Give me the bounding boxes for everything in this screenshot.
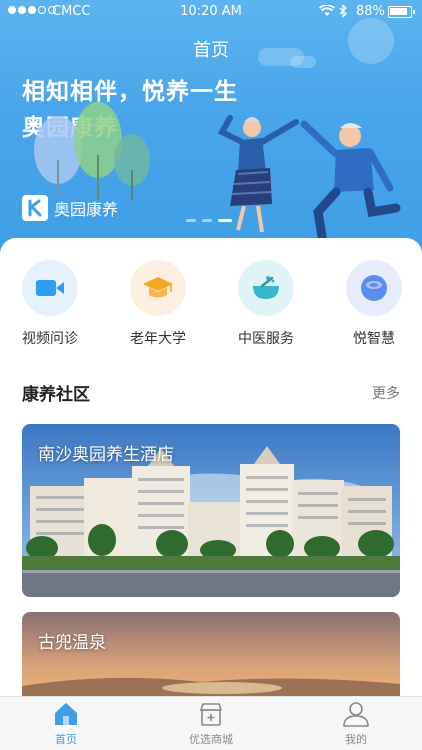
community-section-header: 康养社区 更多 bbox=[22, 380, 400, 405]
tab-shop[interactable]: 优选商城 bbox=[156, 701, 266, 747]
carousel-indicator[interactable] bbox=[186, 219, 232, 222]
quick-entry-tcm-service[interactable]: 中医服务 bbox=[212, 260, 320, 348]
quick-entry-label: 老年大学 bbox=[130, 331, 186, 347]
brand-logo-icon bbox=[22, 195, 48, 221]
page-title: 首页 bbox=[193, 40, 229, 61]
card-title: 古兜温泉 bbox=[38, 633, 106, 653]
herbal-bowl-icon bbox=[238, 260, 294, 316]
quick-entry-label: 悦智慧 bbox=[353, 331, 395, 347]
quick-entry-label: 视频问诊 bbox=[22, 331, 78, 347]
smart-device-icon bbox=[346, 260, 402, 316]
carousel-dot-active[interactable] bbox=[218, 219, 232, 222]
tab-label: 首页 bbox=[55, 733, 77, 746]
bottom-tab-bar: 首页 优选商城 我的 bbox=[0, 696, 422, 750]
section-title: 康养社区 bbox=[22, 385, 90, 405]
community-card[interactable]: 南沙奥园养生酒店 bbox=[22, 424, 400, 597]
battery-percentage: 88% bbox=[356, 4, 385, 19]
tab-label: 优选商城 bbox=[189, 733, 233, 746]
brand-logo: 奥园康养 bbox=[22, 195, 118, 221]
carousel-dot[interactable] bbox=[202, 219, 212, 222]
more-link[interactable]: 更多 bbox=[372, 383, 400, 403]
brand-name: 奥园康养 bbox=[54, 200, 119, 219]
wifi-icon bbox=[318, 4, 336, 21]
hero-banner[interactable]: CMCC 10:20 AM 88% 首页 相知相伴，悦养一生 奥园康养 bbox=[0, 0, 422, 262]
carousel-dot[interactable] bbox=[186, 219, 196, 222]
shop-icon bbox=[199, 703, 223, 726]
card-title: 南沙奥园养生酒店 bbox=[38, 445, 174, 465]
quick-entry-senior-university[interactable]: 老年大学 bbox=[104, 260, 212, 348]
trees-illustration bbox=[34, 102, 150, 200]
quick-entry-label: 中医服务 bbox=[238, 331, 294, 347]
quick-entry-smart-life[interactable]: 悦智慧 bbox=[320, 260, 422, 348]
bluetooth-icon bbox=[339, 4, 348, 22]
tab-label: 我的 bbox=[345, 733, 367, 746]
tab-home[interactable]: 首页 bbox=[11, 701, 121, 747]
main-content: 视频问诊 老年大学 中医服务 悦智慧 康养社区 更多 南沙奥园养生酒店 古兜温泉 bbox=[0, 238, 422, 732]
user-icon bbox=[343, 702, 369, 727]
battery-icon bbox=[388, 6, 415, 18]
tab-mine[interactable]: 我的 bbox=[301, 701, 411, 747]
quick-entry-video-consultation[interactable]: 视频问诊 bbox=[0, 260, 104, 348]
status-bar: CMCC 10:20 AM 88% bbox=[0, 0, 422, 24]
video-camera-icon bbox=[22, 260, 78, 316]
graduation-cap-icon bbox=[130, 260, 186, 316]
home-icon bbox=[55, 703, 77, 725]
